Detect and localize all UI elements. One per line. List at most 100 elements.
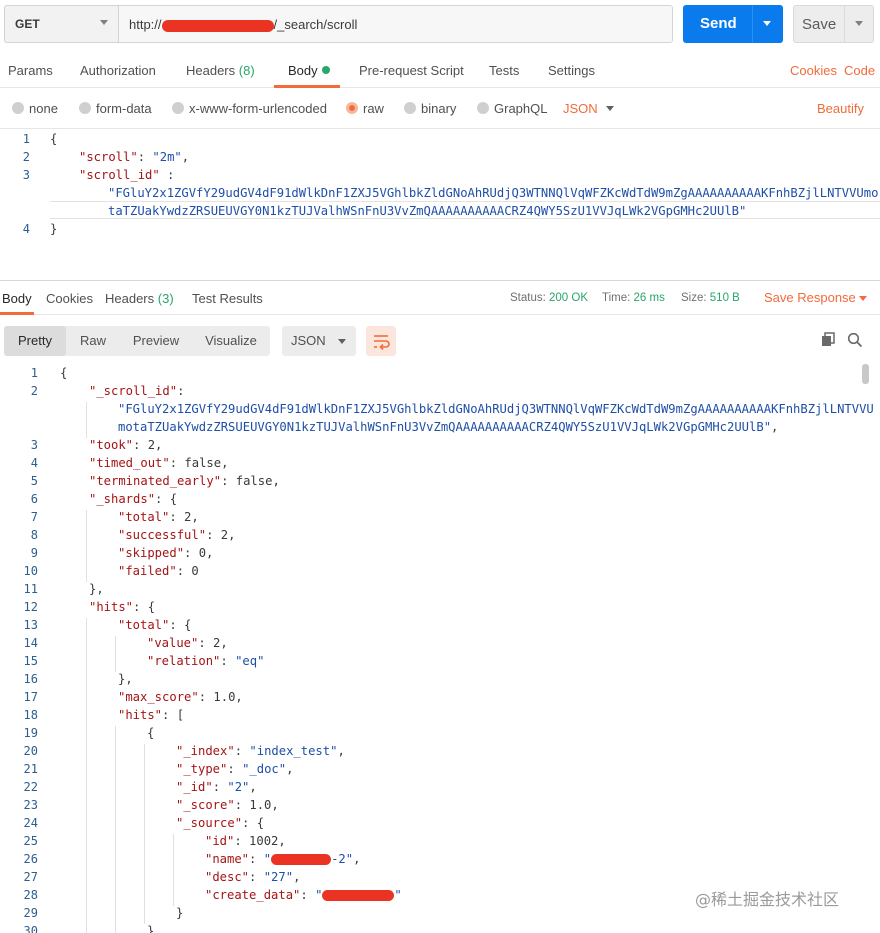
wrap-lines-button[interactable] (366, 326, 396, 356)
divider (752, 5, 753, 43)
code-line: "relation": "eq" (147, 654, 265, 668)
indent-guide (86, 816, 87, 834)
radio-raw[interactable]: raw (346, 101, 384, 116)
radio-x-www-form-urlencoded[interactable]: x-www-form-urlencoded (172, 101, 327, 116)
send-options-chevron-icon[interactable] (763, 21, 771, 26)
indent-guide (86, 510, 87, 528)
line-number: 12 (23, 600, 38, 614)
code-line: "total": { (118, 618, 192, 632)
indent-guide (115, 906, 116, 924)
tab-authorization[interactable]: Authorization (80, 63, 156, 78)
indent-guide (115, 636, 116, 654)
method-select[interactable]: GET (4, 5, 118, 43)
line-number: 9 (30, 546, 38, 560)
code-line: "max_score": 1.0, (118, 690, 243, 704)
indent-guide (86, 762, 87, 780)
resp-tab-body[interactable]: Body (2, 291, 32, 306)
send-button[interactable]: Send (683, 5, 783, 43)
indent-guide (115, 870, 116, 888)
request-tabs: Params Authorization Headers (8) Body Pr… (0, 54, 880, 88)
line-number: 4 (30, 456, 38, 470)
code-line: "timed_out": false, (89, 456, 229, 470)
scrollbar-thumb[interactable] (862, 364, 869, 384)
indent-guide (115, 924, 116, 933)
resp-tab-test-results[interactable]: Test Results (192, 291, 263, 306)
code-line: "_type": "_doc", (176, 762, 294, 776)
copy-icon[interactable] (820, 332, 836, 348)
code-line: "successful": 2, (118, 528, 236, 542)
cookies-link[interactable]: Cookies (790, 63, 837, 78)
tab-params[interactable]: Params (8, 63, 53, 78)
indent-guide (144, 888, 145, 906)
tab-tests[interactable]: Tests (489, 63, 519, 78)
view-raw-button[interactable]: Raw (66, 326, 120, 356)
code-line: } (147, 924, 155, 933)
line-number: 22 (23, 780, 38, 794)
indent-guide (86, 528, 87, 546)
body-type-row: none form-data x-www-form-urlencoded raw… (0, 88, 880, 129)
radio-binary[interactable]: binary (404, 101, 456, 116)
radio-graphql[interactable]: GraphQL (477, 101, 547, 116)
indent-guide (86, 888, 87, 906)
indent-guide (144, 852, 145, 870)
line-number: 6 (30, 492, 38, 506)
code-line: { (147, 726, 155, 740)
line-number: 4 (22, 222, 30, 236)
chevron-down-icon[interactable] (859, 296, 867, 301)
code-line: "terminated_early": false, (89, 474, 280, 488)
tab-body[interactable]: Body (288, 63, 330, 78)
indent-guide (115, 834, 116, 852)
search-icon[interactable] (847, 332, 863, 348)
radio-circle (172, 102, 184, 114)
indent-guide (115, 780, 116, 798)
indent-guide (115, 762, 116, 780)
save-options-chevron-icon[interactable] (855, 21, 863, 26)
indent-guide (86, 726, 87, 744)
response-format-select[interactable]: JSON (282, 326, 356, 356)
line-number: 27 (23, 870, 38, 884)
indent-guide (173, 834, 174, 852)
indent-guide (86, 924, 87, 933)
line-number: 3 (22, 168, 30, 182)
tab-pre-request-script[interactable]: Pre-request Script (359, 63, 464, 78)
indent-guide (86, 690, 87, 708)
code-link[interactable]: Code (844, 63, 875, 78)
chevron-down-icon[interactable] (606, 106, 614, 111)
body-format-select[interactable]: JSON (563, 101, 598, 116)
beautify-link[interactable]: Beautify (817, 101, 864, 116)
code-line: motaTZUakYwdzZRSUEUVGY0N1kzTUJValhWSnFnU… (118, 420, 779, 434)
view-visualize-button[interactable]: Visualize (192, 326, 270, 356)
redaction-mark (322, 890, 395, 901)
indent-guide (144, 780, 145, 798)
line-number: 15 (23, 654, 38, 668)
save-response-button[interactable]: Save Response (764, 290, 856, 305)
tab-headers[interactable]: Headers (8) (186, 63, 255, 78)
method-label: GET (15, 17, 40, 31)
active-tab-underline (0, 312, 34, 315)
indent-guide (144, 834, 145, 852)
line-number: 11 (23, 582, 38, 596)
body-indicator-dot (321, 66, 330, 74)
indent-guide (86, 870, 87, 888)
code-line: "_source": { (176, 816, 265, 830)
radio-none[interactable]: none (12, 101, 58, 116)
resp-tab-cookies[interactable]: Cookies (46, 291, 93, 306)
view-preview-button[interactable]: Preview (120, 326, 192, 356)
code-line: "FGluY2x1ZGVfY29udGV4dF91dWlkDnF1ZXJ5VGh… (118, 402, 874, 416)
indent-guide (144, 906, 145, 924)
resp-tab-headers[interactable]: Headers (3) (105, 291, 174, 306)
indent-guide (86, 780, 87, 798)
line-number: 18 (23, 708, 38, 722)
radio-form-data[interactable]: form-data (79, 101, 152, 116)
url-input[interactable]: http:///_search/scroll (118, 5, 673, 43)
indent-guide (115, 744, 116, 762)
save-button[interactable]: Save (793, 5, 874, 43)
view-mode-group: Pretty Raw Preview Visualize (4, 326, 270, 356)
view-pretty-button[interactable]: Pretty (4, 326, 66, 356)
indent-guide (173, 888, 174, 906)
code-line: "_score": 1.0, (176, 798, 279, 812)
line-number: 10 (23, 564, 38, 578)
response-body-viewer[interactable]: 1 {2 "_scroll_id": "FGluY2x1ZGVfY29udGV4dF9… (0, 364, 880, 933)
redaction-mark (271, 854, 332, 865)
tab-settings[interactable]: Settings (548, 63, 595, 78)
